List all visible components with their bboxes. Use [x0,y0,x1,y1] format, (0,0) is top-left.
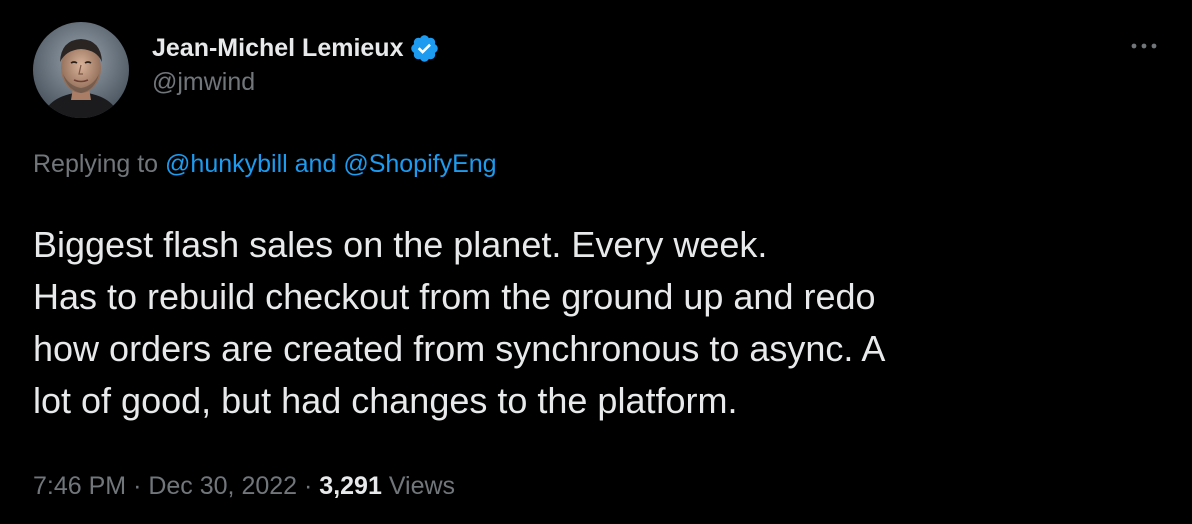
avatar[interactable] [33,22,129,118]
tweet-meta: 7:46 PM · Dec 30, 2022 · 3,291 Views [33,472,455,501]
views-label: Views [388,472,456,500]
author-info: Jean-Michel Lemieux @jmwind [152,30,440,97]
mention-conjunction[interactable]: and [295,150,337,178]
views-count[interactable]: 3,291 [319,472,382,500]
tweet-text: Biggest flash sales on the planet. Every… [33,219,1153,427]
mention-link-hunkybill[interactable]: @hunkybill [165,150,288,178]
author-handle[interactable]: @jmwind [152,68,440,97]
tweet-text-line: Biggest flash sales on the planet. Every… [33,224,768,265]
tweet-time[interactable]: 7:46 PM [33,472,126,500]
tweet-text-line: lot of good, but had changes to the plat… [33,380,738,421]
verified-badge-icon [409,33,440,64]
tweet-card: Jean-Michel Lemieux @jmwind Replying to … [0,0,1192,524]
more-options-icon[interactable] [1129,36,1159,56]
tweet-text-line: Has to rebuild checkout from the ground … [33,276,876,317]
replying-to-label: Replying to [33,150,159,178]
tweet-date[interactable]: Dec 30, 2022 [148,472,297,500]
tweet-text-line: how orders are created from synchronous … [33,328,886,369]
author-display-name[interactable]: Jean-Michel Lemieux [152,34,403,63]
meta-separator: · [304,472,313,500]
mention-link-shopifyeng[interactable]: @ShopifyEng [343,150,496,178]
replying-to: Replying to @hunkybill and @ShopifyEng [33,150,497,179]
meta-separator: · [133,472,142,500]
name-row: Jean-Michel Lemieux [152,30,440,66]
